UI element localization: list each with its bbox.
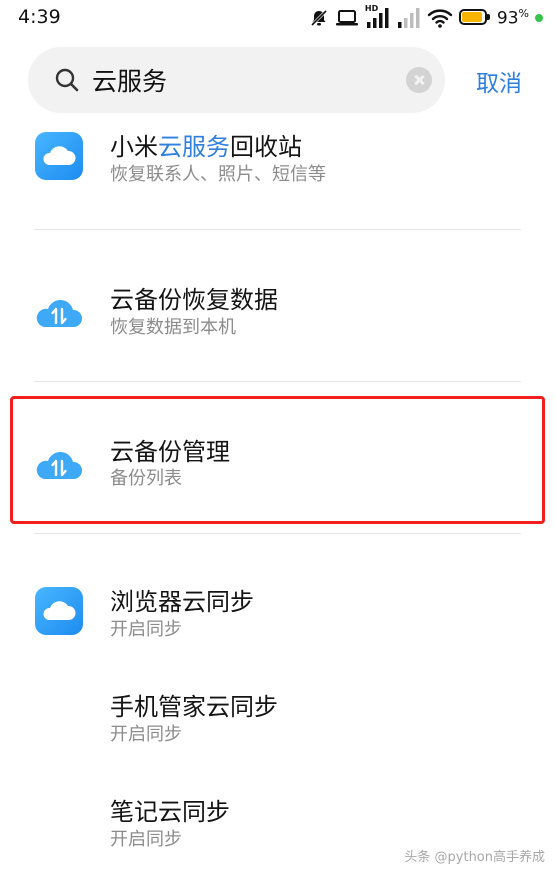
result-subtitle: 开启同步	[110, 829, 182, 850]
status-icons: HD 93%	[309, 4, 543, 30]
divider	[34, 381, 521, 382]
battery-percent: 93%	[496, 7, 529, 29]
wifi-icon	[427, 9, 453, 28]
result-item-browser-cloud-sync[interactable]: 浏览器云同步 开启同步	[0, 545, 555, 655]
divider	[34, 229, 521, 230]
result-title: 手机管家云同步	[110, 693, 278, 721]
signal-weak-icon	[397, 8, 420, 28]
result-item-cloud-backup-restore[interactable]: 云备份恢复数据 恢复数据到本机	[0, 240, 555, 380]
battery-icon	[458, 9, 491, 27]
cancel-button[interactable]: 取消	[476, 64, 522, 98]
search-input[interactable]	[92, 59, 392, 101]
highlight-box	[10, 396, 545, 524]
charging-dot	[535, 14, 543, 22]
search-bar[interactable]	[28, 47, 445, 113]
cloud-sync-icon	[36, 300, 83, 327]
blue-cloud-app-icon	[35, 587, 83, 635]
result-subtitle: 开启同步	[110, 619, 182, 640]
result-subtitle: 开启同步	[110, 724, 182, 745]
clear-search-button[interactable]	[406, 67, 432, 93]
watermark: 头条 @python高手养成	[404, 850, 545, 865]
status-time: 4:39	[18, 6, 61, 28]
laptop-icon	[335, 10, 358, 26]
signal-strong-icon	[366, 8, 389, 28]
result-title: 小米云服务回收站	[110, 133, 302, 161]
result-title: 浏览器云同步	[110, 588, 254, 616]
result-subtitle: 恢复联系人、照片、短信等	[110, 164, 326, 185]
result-title: 笔记云同步	[110, 798, 230, 826]
status-bar: 4:39 HD 93%	[0, 0, 555, 36]
search-icon	[55, 68, 79, 92]
blue-cloud-app-icon	[35, 132, 83, 180]
result-item-mi-cloud-recycle-bin[interactable]: 小米云服务回收站 恢复联系人、照片、短信等	[0, 120, 555, 230]
result-title: 云备份恢复数据	[110, 286, 278, 314]
hd-signal: HD	[365, 4, 391, 29]
result-subtitle: 恢复数据到本机	[110, 317, 236, 338]
result-item-phone-manager-cloud-sync[interactable]: 手机管家云同步 开启同步	[0, 660, 555, 760]
divider	[34, 533, 521, 534]
muted-bell-icon	[310, 9, 327, 27]
